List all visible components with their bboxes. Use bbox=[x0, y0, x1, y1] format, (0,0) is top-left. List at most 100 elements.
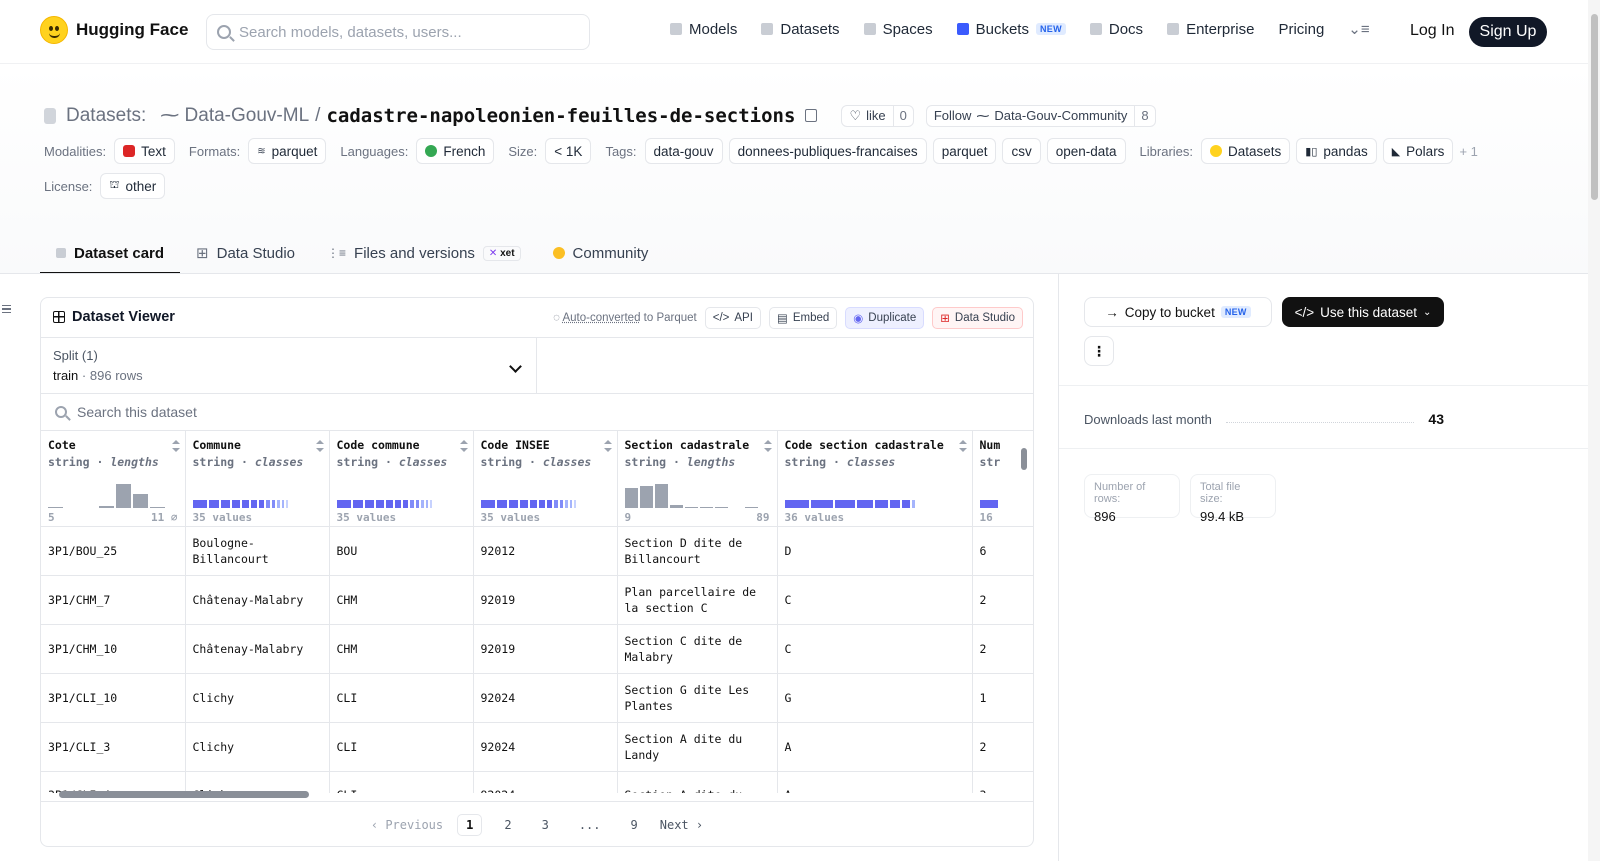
like-button[interactable]: ♡ like 0 bbox=[841, 104, 914, 127]
duplicate-button[interactable]: ◉ Duplicate bbox=[845, 307, 925, 329]
previous-page-button[interactable]: ‹ Previous bbox=[371, 818, 443, 832]
login-link[interactable]: Log In bbox=[1410, 22, 1454, 40]
cell-code-commune[interactable]: CHM bbox=[329, 624, 474, 674]
table-row[interactable]: 3P1/CLI_3 Clichy CLI 92024 Section A dite du… bbox=[41, 722, 1033, 772]
modality-tag-text[interactable]: Text bbox=[114, 138, 175, 164]
tab-dataset-card[interactable]: Dataset card bbox=[40, 232, 181, 274]
scroll-thumb[interactable] bbox=[59, 791, 309, 798]
column-header-code-insee[interactable]: Code INSEE string · classes 35 values bbox=[473, 431, 618, 527]
cell-commune[interactable]: Châtenay-Malabry bbox=[185, 575, 330, 625]
sort-icon[interactable] bbox=[171, 440, 180, 452]
cell-cote[interactable]: 3P1/CLI_3 bbox=[41, 722, 186, 772]
cell-code-section[interactable]: C bbox=[777, 575, 973, 625]
library-tag-polars[interactable]: ◣ Polars bbox=[1382, 138, 1454, 164]
license-tag[interactable]: ⛫ other bbox=[100, 173, 166, 199]
libraries-more[interactable]: + 1 bbox=[1459, 144, 1477, 159]
copy-icon[interactable] bbox=[805, 109, 818, 122]
column-header-commune[interactable]: Commune string · classes 35 values bbox=[185, 431, 330, 527]
cell-code-section[interactable]: G bbox=[777, 673, 973, 723]
tab-data-studio[interactable]: ⊞ Data Studio bbox=[180, 232, 311, 274]
table-row[interactable]: 3P1/BOU_25 Boulogne-Billancourt BOU 92012 Se… bbox=[41, 526, 1033, 576]
cell-section[interactable]: Section C dite de Malabry bbox=[617, 624, 778, 674]
tag-parquet[interactable]: parquet bbox=[932, 138, 997, 164]
size-tag[interactable]: < 1K bbox=[545, 138, 592, 164]
library-tag-datasets[interactable]: Datasets bbox=[1201, 138, 1291, 164]
cell-code-insee[interactable]: 92019 bbox=[473, 575, 618, 625]
cell-commune[interactable]: Clichy bbox=[185, 722, 330, 772]
table-vertical-scrollbar[interactable] bbox=[1021, 438, 1027, 778]
scroll-thumb[interactable] bbox=[1591, 14, 1598, 200]
cell-code-section[interactable]: C bbox=[777, 624, 973, 674]
nav-enterprise[interactable]: Enterprise bbox=[1167, 21, 1254, 38]
cell-cote[interactable]: 3P1/CHM_7 bbox=[41, 575, 186, 625]
use-this-dataset-button[interactable]: </> Use this dataset ⌄ bbox=[1282, 297, 1444, 327]
follow-button[interactable]: Follow ⁓ Data-Gouv-Community 8 bbox=[925, 104, 1156, 127]
cell-section[interactable]: Section G dite Les Plantes bbox=[617, 673, 778, 723]
signup-button[interactable]: Sign Up bbox=[1469, 17, 1547, 47]
global-search-input[interactable]: Search models, datasets, users... bbox=[206, 14, 590, 50]
page-scrollbar[interactable] bbox=[1588, 0, 1600, 861]
library-tag-pandas[interactable]: ▮▯ pandas bbox=[1296, 138, 1377, 164]
cell-code-insee[interactable]: 92024 bbox=[473, 722, 618, 772]
format-tag-parquet[interactable]: ≋ parquet bbox=[248, 138, 327, 164]
page-1-button[interactable]: 1 bbox=[457, 813, 483, 836]
api-button[interactable]: </> API bbox=[704, 307, 761, 329]
cell-code-insee[interactable]: 92024 bbox=[473, 673, 618, 723]
cell-code-commune[interactable]: CLI bbox=[329, 673, 474, 723]
nav-buckets[interactable]: Buckets NEW bbox=[956, 21, 1066, 38]
column-header-section-cadastrale[interactable]: Section cadastrale string · lengths 9 89 bbox=[617, 431, 778, 527]
sort-icon[interactable] bbox=[459, 440, 468, 452]
nav-spaces[interactable]: Spaces bbox=[863, 21, 933, 38]
data-studio-button[interactable]: ⊞ Data Studio bbox=[932, 307, 1023, 329]
cell-commune[interactable]: Clichy bbox=[185, 673, 330, 723]
next-page-button[interactable]: Next › bbox=[660, 818, 703, 832]
nav-more-menu[interactable]: ⌄≡ bbox=[1348, 20, 1369, 38]
more-options-button[interactable]: ⋮ bbox=[1084, 336, 1114, 366]
cell-section[interactable]: Plan parcellaire de la section C bbox=[617, 575, 778, 625]
column-header-cote[interactable]: Cote string · lengths 5 11 ⌀ bbox=[41, 431, 186, 527]
cell-code-section[interactable]: D bbox=[777, 526, 973, 576]
sort-icon[interactable] bbox=[763, 440, 772, 452]
copy-to-bucket-button[interactable]: → Copy to bucket NEW bbox=[1084, 297, 1272, 327]
cell-section[interactable]: Section A dite du Landy bbox=[617, 722, 778, 772]
scroll-thumb[interactable] bbox=[1021, 448, 1027, 470]
sort-icon[interactable] bbox=[603, 440, 612, 452]
language-tag-french[interactable]: French bbox=[416, 138, 495, 164]
repo-name[interactable]: cadastre-napoleonien-feuilles-de-section… bbox=[326, 105, 795, 127]
cell-cote[interactable]: 3P1/BOU_25 bbox=[41, 526, 186, 576]
sidebar-toggle-icon[interactable] bbox=[2, 305, 11, 313]
sort-icon[interactable] bbox=[315, 440, 324, 452]
cell-commune[interactable]: Châtenay-Malabry bbox=[185, 624, 330, 674]
cell-code-commune[interactable]: CLI bbox=[329, 722, 474, 772]
cell-commune[interactable]: Boulogne-Billancourt bbox=[185, 526, 330, 576]
page-9-button[interactable]: 9 bbox=[623, 815, 646, 835]
column-header-code-commune[interactable]: Code commune string · classes 35 values bbox=[329, 431, 474, 527]
table-row[interactable]: 3P1/CLI_10 Clichy CLI 92024 Section G dite L… bbox=[41, 673, 1033, 723]
auto-converted-link[interactable]: Auto-converted bbox=[562, 312, 640, 324]
cell-code-commune[interactable]: CHM bbox=[329, 575, 474, 625]
tag-data-gouv[interactable]: data-gouv bbox=[644, 138, 723, 164]
nav-docs[interactable]: Docs bbox=[1089, 21, 1143, 38]
nav-models[interactable]: Models bbox=[670, 21, 737, 38]
sort-icon[interactable] bbox=[958, 440, 967, 452]
tab-files-and-versions[interactable]: ⋮≡ Files and versions ✕ xet bbox=[311, 232, 537, 274]
nav-datasets[interactable]: Datasets bbox=[761, 21, 840, 38]
page-2-button[interactable]: 2 bbox=[496, 815, 519, 835]
split-selector[interactable]: Split (1) train · 896 rows bbox=[41, 338, 537, 394]
cell-code-commune[interactable]: BOU bbox=[329, 526, 474, 576]
cell-code-insee[interactable]: 92019 bbox=[473, 624, 618, 674]
cell-code-section[interactable]: A bbox=[777, 722, 973, 772]
cell-cote[interactable]: 3P1/CLI_10 bbox=[41, 673, 186, 723]
table-horizontal-scrollbar[interactable] bbox=[49, 789, 993, 799]
tag-csv[interactable]: csv bbox=[1002, 138, 1041, 164]
owner-link[interactable]: ⁓ Data-Gouv-ML bbox=[160, 104, 309, 127]
brand-logo[interactable]: Hugging Face bbox=[40, 16, 188, 44]
cell-section[interactable]: Section D dite de Billancourt bbox=[617, 526, 778, 576]
auto-converted-note[interactable]: ◌ Auto-converted to Parquet bbox=[553, 312, 697, 324]
tag-donnees-publiques[interactable]: donnees-publiques-francaises bbox=[728, 138, 927, 164]
cell-code-insee[interactable]: 92012 bbox=[473, 526, 618, 576]
page-3-button[interactable]: 3 bbox=[534, 815, 557, 835]
cell-cote[interactable]: 3P1/CHM_10 bbox=[41, 624, 186, 674]
table-row[interactable]: 3P1/CHM_7 Châtenay-Malabry CHM 92019 Plan pa… bbox=[41, 575, 1033, 625]
dataset-search-input[interactable]: Search this dataset bbox=[41, 394, 1033, 431]
